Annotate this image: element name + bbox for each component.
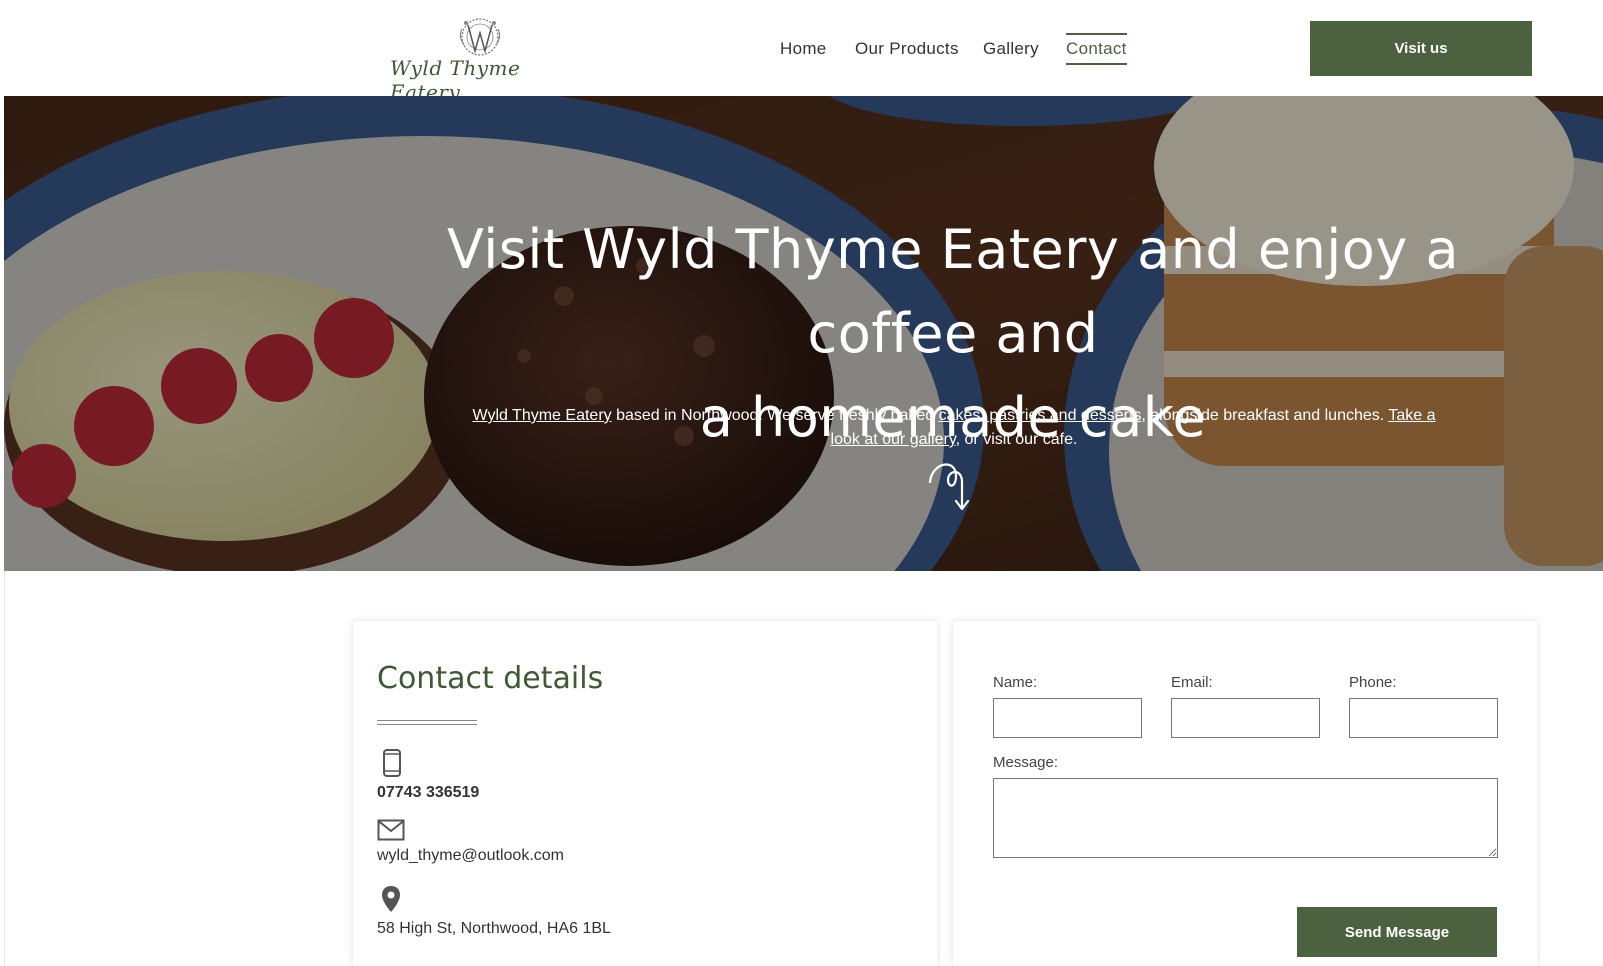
phone-label: Phone: [1349, 674, 1397, 691]
nav-home[interactable]: Home [780, 39, 827, 59]
send-message-button[interactable]: Send Message [1297, 907, 1497, 957]
scroll-down-arrow-icon[interactable] [926, 454, 986, 514]
email-icon [377, 819, 405, 841]
hero-banner: Visit Wyld Thyme Eatery and enjoy a coff… [4, 96, 1603, 571]
nav-our-products[interactable]: Our Products [855, 39, 959, 59]
title-divider [377, 720, 477, 725]
phone-field[interactable] [1349, 698, 1498, 738]
nav-contact[interactable]: Contact [1066, 33, 1127, 65]
logo-mark-icon [459, 18, 501, 56]
message-label: Message: [993, 754, 1059, 771]
contact-title: Contact details [377, 661, 604, 696]
phone-icon [383, 749, 401, 777]
contact-details-card: Contact details 07743 336519 wyld_thyme@… [353, 621, 937, 966]
hero-text-part3: , or visit our cafe. [955, 431, 1078, 448]
hero-text-part2: , alongside breakfast and lunches. [1141, 407, 1389, 424]
email-address[interactable]: wyld_thyme@outlook.com [377, 847, 564, 865]
site-header: Wyld Thyme Eatery Home Our Products Gall… [4, 1, 1603, 104]
location-pin-icon [382, 886, 400, 912]
hero-title-line1: Visit Wyld Thyme Eatery and enjoy a coff… [446, 218, 1460, 365]
nav-gallery[interactable]: Gallery [983, 39, 1039, 59]
name-field[interactable] [993, 698, 1142, 738]
products-link[interactable]: cakes, pastries and desserts [939, 407, 1142, 424]
hero-description: Wyld Thyme Eatery based in Northwood. We… [464, 404, 1444, 452]
email-field[interactable] [1171, 698, 1320, 738]
email-label: Email: [1171, 674, 1213, 691]
name-label: Name: [993, 674, 1038, 691]
brand-link[interactable]: Wyld Thyme Eatery [472, 407, 611, 424]
visit-us-button[interactable]: Visit us [1310, 21, 1532, 76]
street-address: 58 High St, Northwood, HA6 1BL [377, 920, 611, 937]
phone-number[interactable]: 07743 336519 [377, 784, 479, 802]
brand-logo[interactable]: Wyld Thyme Eatery [384, 13, 579, 104]
hero-text-part1: based in Northwood. We serve freshly bak… [611, 407, 939, 424]
message-field[interactable] [993, 778, 1498, 858]
contact-form-card: Name: Email: Phone: Message: Send Messag… [953, 621, 1537, 966]
